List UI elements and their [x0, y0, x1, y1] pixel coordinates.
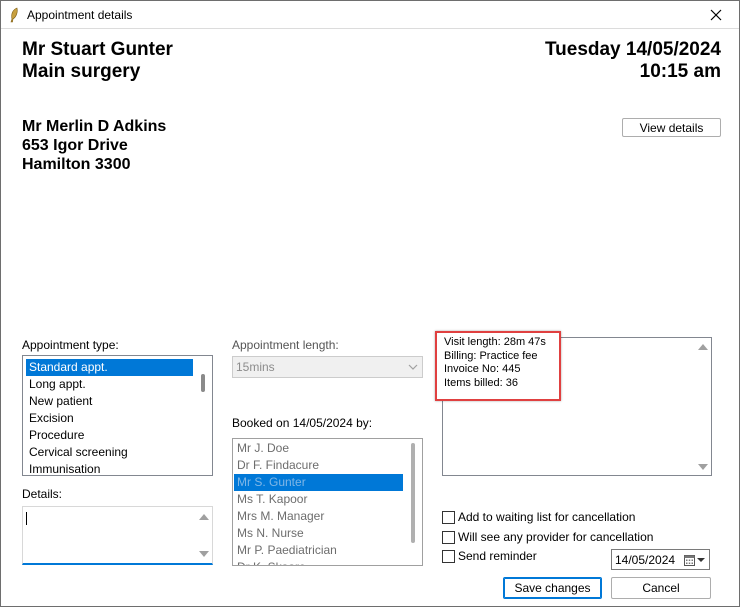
- scroll-down-icon[interactable]: [698, 464, 708, 470]
- booked-by-label: Booked on 14/05/2024 by:: [232, 416, 373, 430]
- app-feather-icon: [8, 7, 20, 23]
- patient-address-line1: 653 Igor Drive: [22, 137, 128, 154]
- reminder-date-picker[interactable]: 14/05/2024: [611, 549, 710, 570]
- appointment-length-label: Appointment length:: [232, 338, 339, 352]
- chevron-down-icon: [408, 364, 418, 370]
- appointment-type-list[interactable]: Standard appt. Long appt. New patient Excis…: [22, 355, 213, 476]
- list-item[interactable]: Mrs M. Manager: [234, 508, 403, 525]
- booked-by-list[interactable]: Mr J. Doe Dr F. Findacure Mr S. Gunter Ms T…: [232, 438, 423, 566]
- list-item[interactable]: Ms N. Nurse: [234, 525, 403, 542]
- details-textarea[interactable]: [22, 506, 213, 565]
- scroll-down-icon[interactable]: [199, 551, 209, 557]
- title-bar[interactable]: Appointment details: [1, 1, 739, 29]
- close-button[interactable]: [693, 1, 739, 29]
- appointment-length-value: 15mins: [236, 360, 275, 374]
- billing-text: Billing: Practice fee: [444, 349, 538, 362]
- any-provider-label: Will see any provider for cancellation: [458, 530, 654, 544]
- list-item[interactable]: Mr S. Gunter: [234, 474, 403, 491]
- list-item[interactable]: Mr J. Doe: [234, 440, 403, 457]
- visit-info-highlight: Visit length: 28m 47s Billing: Practice …: [435, 331, 561, 401]
- send-reminder-label: Send reminder: [458, 549, 537, 563]
- list-item[interactable]: Cervical screening: [26, 444, 193, 461]
- list-item[interactable]: Mr P. Paediatrician: [234, 542, 403, 559]
- waiting-list-label: Add to waiting list for cancellation: [458, 510, 636, 524]
- checkbox-box[interactable]: [442, 530, 455, 544]
- provider-name: Mr Stuart Gunter: [22, 39, 173, 60]
- checkbox-box[interactable]: [442, 549, 455, 563]
- patient-address-line2: Hamilton 3300: [22, 156, 131, 173]
- list-item[interactable]: Ms T. Kapoor: [234, 491, 403, 508]
- waiting-list-checkbox[interactable]: Add to waiting list for cancellation: [442, 510, 635, 524]
- text-caret: [26, 512, 27, 525]
- scroll-up-icon[interactable]: [698, 344, 708, 350]
- booked-by-scrollbar[interactable]: [405, 439, 422, 565]
- dropdown-arrow-icon[interactable]: [697, 558, 705, 562]
- scroll-thumb[interactable]: [411, 443, 415, 543]
- list-item[interactable]: New patient: [26, 393, 193, 410]
- list-item[interactable]: Dr F. Findacure: [234, 457, 403, 474]
- list-item[interactable]: Long appt.: [26, 376, 193, 393]
- appointment-time: 10:15 am: [639, 61, 721, 82]
- appointment-date: Tuesday 14/05/2024: [544, 39, 721, 60]
- items-billed-text: Items billed: 36: [444, 376, 518, 389]
- details-label: Details:: [22, 487, 63, 501]
- appointment-type-label: Appointment type:: [22, 338, 119, 352]
- patient-name: Mr Merlin D Adkins: [22, 118, 167, 135]
- view-details-button[interactable]: View details: [622, 118, 721, 137]
- invoice-number-text: Invoice No: 445: [444, 363, 521, 375]
- list-item[interactable]: Procedure: [26, 427, 193, 444]
- send-reminder-checkbox[interactable]: Send reminder: [442, 549, 537, 563]
- visit-length-text: Visit length: 28m 47s: [444, 336, 546, 348]
- reminder-date-value: 14/05/2024: [615, 552, 676, 567]
- appointment-type-scrollbar[interactable]: [195, 356, 212, 475]
- list-item[interactable]: Standard appt.: [26, 359, 193, 376]
- scroll-thumb[interactable]: [201, 374, 205, 392]
- checkbox-box[interactable]: [442, 510, 455, 524]
- location-name: Main surgery: [22, 61, 141, 82]
- appointment-length-select[interactable]: 15mins: [232, 356, 423, 378]
- details-scrollbar[interactable]: [195, 507, 212, 563]
- any-provider-checkbox[interactable]: Will see any provider for cancellation: [442, 530, 653, 544]
- visit-info-scrollbar[interactable]: [694, 338, 711, 475]
- list-item[interactable]: Dr K. Skaare: [234, 559, 403, 565]
- list-item[interactable]: Immunisation: [26, 461, 193, 475]
- scroll-up-icon[interactable]: [199, 514, 209, 520]
- calendar-icon[interactable]: [684, 554, 695, 566]
- cancel-button[interactable]: Cancel: [611, 577, 711, 599]
- close-icon: [710, 9, 722, 21]
- window-title: Appointment details: [27, 8, 133, 22]
- appointment-details-window: Appointment details Mr Stuart Gunter Mai…: [0, 0, 740, 607]
- list-item[interactable]: Excision: [26, 410, 193, 427]
- save-changes-button[interactable]: Save changes: [503, 577, 602, 599]
